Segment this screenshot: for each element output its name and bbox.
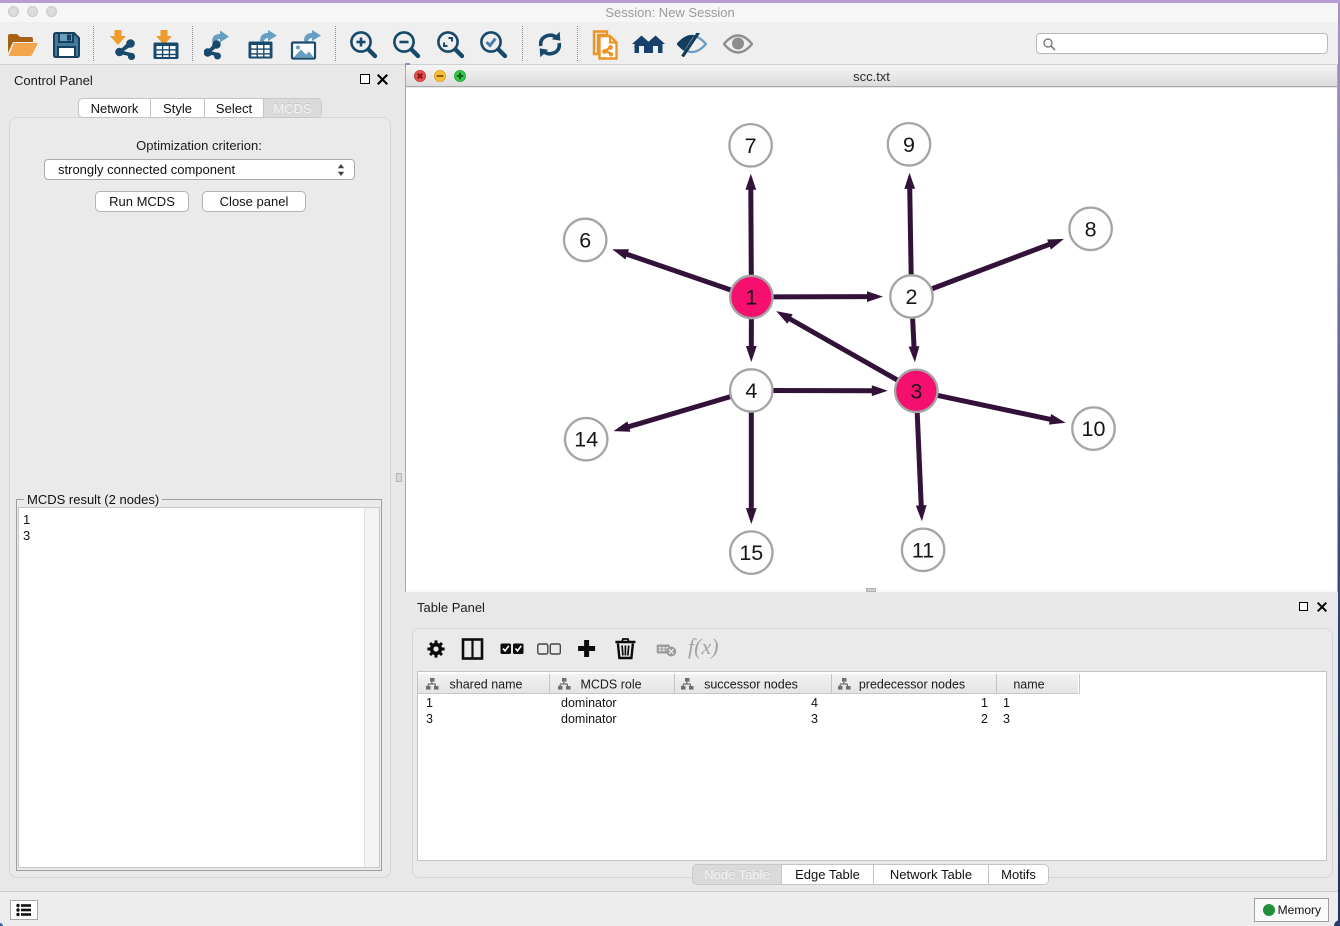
- svg-text:successor nodes: successor nodes: [704, 678, 798, 692]
- svg-text:10: 10: [1082, 417, 1106, 441]
- svg-text:7: 7: [745, 134, 757, 158]
- svg-text:shared name: shared name: [450, 678, 523, 692]
- svg-text:14: 14: [574, 428, 598, 452]
- svg-text:4: 4: [745, 379, 757, 403]
- svg-text:15: 15: [739, 541, 763, 565]
- svg-text:6: 6: [579, 228, 591, 252]
- svg-text:MCDS role: MCDS role: [580, 678, 641, 692]
- svg-text:8: 8: [1085, 217, 1097, 241]
- svg-text:11: 11: [912, 538, 934, 562]
- svg-text:name: name: [1013, 678, 1044, 692]
- svg-text:2: 2: [906, 285, 918, 309]
- svg-text:1: 1: [745, 286, 757, 310]
- svg-text:9: 9: [903, 133, 915, 157]
- svg-text:predecessor nodes: predecessor nodes: [859, 678, 965, 692]
- svg-text:3: 3: [910, 379, 922, 403]
